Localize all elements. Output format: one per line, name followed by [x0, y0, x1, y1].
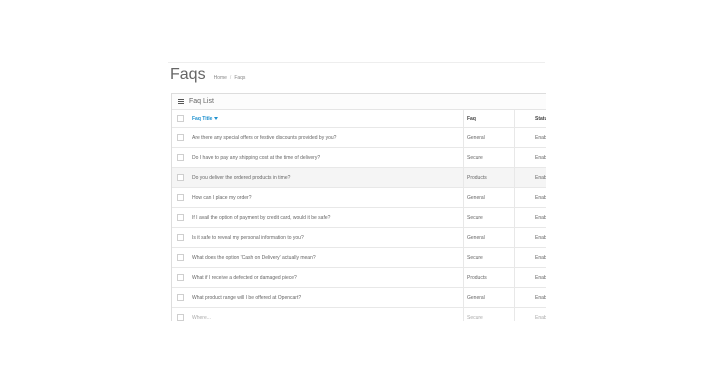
faq-category-cell: General [463, 227, 515, 248]
breadcrumb-faqs-link[interactable]: Faqs [234, 75, 245, 81]
row-checkbox[interactable] [177, 234, 184, 241]
faq-title-cell: Are there any special offers or festive … [186, 127, 464, 148]
faq-title-cell: How can I place my order? [186, 187, 464, 208]
table-header-row: Faq Title Faq Status [172, 110, 546, 128]
faq-category-cell: Products [463, 167, 515, 188]
faq-title-cell: Where... [186, 307, 464, 321]
faq-title-cell: Is it safe to reveal my personal informa… [186, 227, 464, 248]
table-row: Do you deliver the ordered products in t… [172, 167, 546, 188]
sort-by-faq-title-link[interactable]: Faq Title [192, 116, 212, 122]
status-cell: Enable [514, 227, 546, 248]
faq-title-cell: Do you deliver the ordered products in t… [186, 167, 464, 188]
list-icon [178, 99, 184, 104]
table-row: Where... Secure Enable [172, 307, 546, 321]
table-row: What if I receive a defected or damaged … [172, 267, 546, 288]
row-checkbox[interactable] [177, 214, 184, 221]
status-cell: Enable [514, 127, 546, 148]
faq-title-cell: What if I receive a defected or damaged … [186, 267, 464, 288]
status-cell: Enable [514, 147, 546, 168]
faq-category-cell: Secure [463, 307, 515, 321]
breadcrumb: Home / Faqs [214, 75, 246, 81]
faq-title-cell: What does the option 'Cash on Delivery' … [186, 247, 464, 268]
faq-title-cell: What product range will I be offered at … [186, 287, 464, 308]
faq-header: Faq [463, 110, 515, 128]
faq-category-cell: Secure [463, 207, 515, 228]
table-row: If I avail the option of payment by cred… [172, 207, 546, 228]
row-checkbox[interactable] [177, 194, 184, 201]
row-checkbox[interactable] [177, 174, 184, 181]
page-title: Faqs [170, 66, 206, 83]
table-row: How can I place my order? General Enable [172, 187, 546, 208]
row-checkbox[interactable] [177, 154, 184, 161]
table-row: Are there any special offers or festive … [172, 127, 546, 148]
table-row: Is it safe to reveal my personal informa… [172, 227, 546, 248]
row-checkbox[interactable] [177, 274, 184, 281]
top-divider [168, 62, 545, 63]
faq-category-cell: Secure [463, 247, 515, 268]
row-checkbox[interactable] [177, 254, 184, 261]
row-checkbox[interactable] [177, 294, 184, 301]
panel-title: Faq List [189, 98, 214, 105]
status-cell: Enable [514, 307, 546, 321]
faq-title-cell: If I avail the option of payment by cred… [186, 207, 464, 228]
faq-table: Faq Title Faq Status Are there any speci… [172, 110, 546, 321]
status-header: Status [514, 110, 546, 128]
table-row: What product range will I be offered at … [172, 287, 546, 308]
status-cell: Enable [514, 287, 546, 308]
row-checkbox[interactable] [177, 314, 184, 321]
status-cell: Enable [514, 267, 546, 288]
status-cell: Enable [514, 247, 546, 268]
row-checkbox[interactable] [177, 134, 184, 141]
faq-category-cell: Products [463, 267, 515, 288]
breadcrumb-home-link[interactable]: Home [214, 75, 227, 81]
caret-down-icon [214, 116, 219, 120]
status-cell: Enable [514, 167, 546, 188]
faq-title-cell: Do I have to pay any shipping cost at th… [186, 147, 464, 168]
table-row: Do I have to pay any shipping cost at th… [172, 147, 546, 168]
table-row: What does the option 'Cash on Delivery' … [172, 247, 546, 268]
faq-category-cell: Secure [463, 147, 515, 168]
page-header: Faqs Home / Faqs [170, 66, 245, 84]
faq-title-header: Faq Title [186, 110, 464, 128]
faq-list-panel: Faq List Faq Title Faq Status Are there … [171, 93, 546, 321]
faq-category-cell: General [463, 187, 515, 208]
status-cell: Enable [514, 207, 546, 228]
breadcrumb-separator: / [229, 75, 232, 81]
faq-category-cell: General [463, 127, 515, 148]
status-cell: Enable [514, 187, 546, 208]
select-all-cell [172, 110, 186, 128]
select-all-checkbox[interactable] [177, 115, 184, 122]
faq-category-cell: General [463, 287, 515, 308]
panel-heading: Faq List [172, 94, 546, 110]
